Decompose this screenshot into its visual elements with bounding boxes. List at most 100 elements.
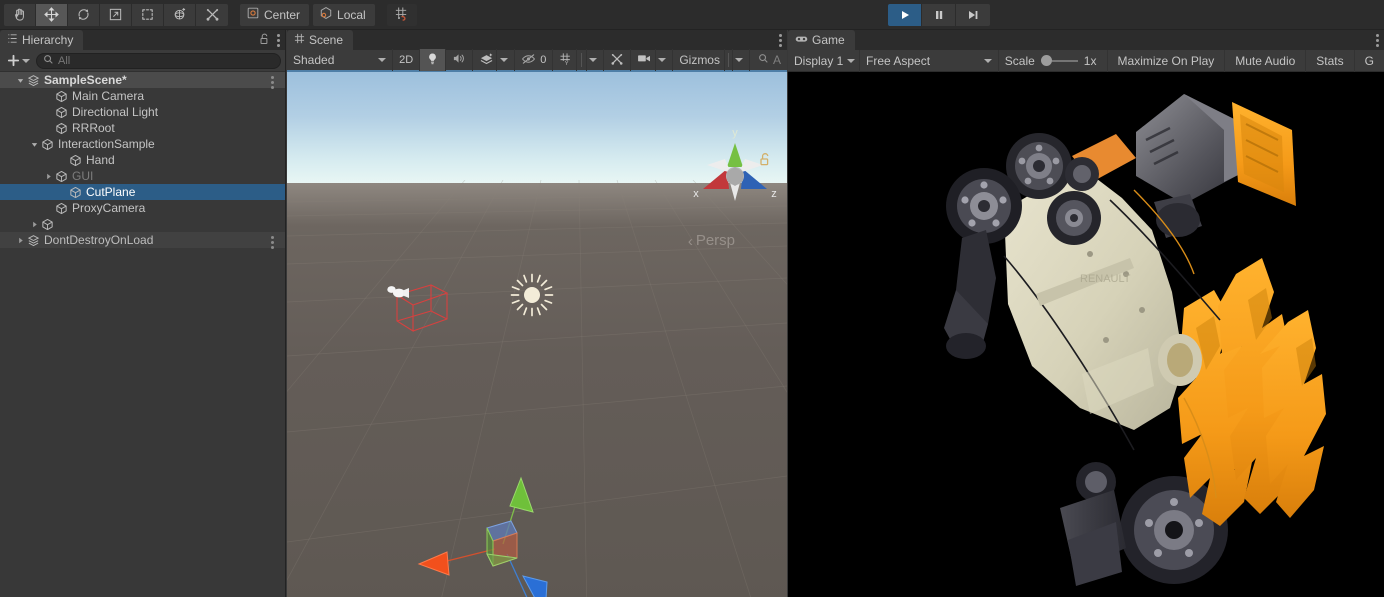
hierarchy-row-cutplane[interactable]: CutPlane — [0, 184, 285, 200]
toggle-fx-button[interactable] — [473, 49, 498, 71]
camera-dropdown[interactable] — [656, 49, 674, 71]
chevron-right-icon[interactable] — [14, 236, 27, 245]
unlock-icon[interactable] — [759, 153, 771, 170]
tab-scene[interactable]: Scene — [287, 30, 354, 50]
grid-snapping-button[interactable] — [386, 3, 417, 26]
scene-menu-icon[interactable] — [779, 33, 783, 47]
custom-editor-tool[interactable] — [196, 3, 228, 26]
hierarchy-row-samplescene[interactable]: SampleScene* — [0, 72, 285, 89]
stats-button[interactable]: Stats — [1306, 49, 1355, 72]
grid-visibility-button[interactable]: Y — [553, 49, 578, 71]
scale-tool[interactable] — [100, 3, 132, 26]
directional-light-gizmo[interactable] — [509, 272, 555, 318]
scale-value-label: 1x — [1083, 53, 1097, 68]
hierarchy-row-dontdestroyonload[interactable]: DontDestroyOnLoad — [0, 232, 285, 249]
move-tool[interactable] — [36, 3, 68, 26]
mode-2d-label: 2D — [399, 54, 414, 66]
game-menu-icon[interactable] — [1376, 33, 1380, 47]
game-tab-label: Game — [812, 33, 845, 47]
transform-tools-group — [4, 3, 228, 26]
gizmos-dropdown[interactable] — [733, 49, 750, 71]
hierarchy-row-directional-light[interactable]: Directional Light — [0, 104, 285, 120]
display-dropdown[interactable]: Display 1 — [788, 49, 860, 72]
maximize-on-play-button[interactable]: Maximize On Play — [1108, 49, 1226, 72]
chevron-down-icon[interactable] — [14, 76, 27, 85]
pause-button[interactable] — [922, 4, 956, 26]
eye-off-icon — [521, 53, 536, 68]
hierarchy-row-gui[interactable]: GUI — [0, 168, 285, 184]
hidden-objects-button[interactable]: 0 — [515, 49, 554, 71]
hierarchy-row-main-camera[interactable]: Main Camera — [0, 88, 285, 104]
gizmos-button[interactable]: Gizmos — [673, 49, 725, 71]
scene-viewport[interactable]: ‹ Persp y x z — [287, 72, 787, 597]
hierarchy-row-proxycamera[interactable]: ProxyCamera — [0, 200, 285, 216]
hierarchy-row-rrroot[interactable]: RRRoot — [0, 120, 285, 136]
camera-frustum-gizmo[interactable] — [387, 257, 457, 332]
stats-label: Stats — [1316, 53, 1344, 68]
toggle-audio-button[interactable] — [446, 49, 474, 71]
scene-tab-actions — [779, 30, 783, 50]
playback-controls — [888, 4, 990, 26]
handle-rotation-button[interactable]: Local — [313, 3, 375, 26]
move-gizmo[interactable] — [405, 432, 565, 597]
chevron-right-icon[interactable] — [42, 172, 55, 181]
aspect-dropdown[interactable]: Free Aspect — [860, 49, 999, 72]
hand-tool[interactable] — [4, 3, 36, 26]
hierarchy-row-unnamed[interactable] — [0, 216, 285, 232]
fx-dropdown[interactable] — [497, 49, 516, 71]
step-button[interactable] — [956, 4, 990, 26]
hierarchy-menu-icon[interactable] — [277, 33, 281, 47]
gizmos-separator — [725, 49, 733, 71]
row-menu-icon[interactable] — [271, 236, 275, 249]
hierarchy-tab-actions — [259, 30, 281, 50]
hierarchy-row-interactionsample[interactable]: InteractionSample — [0, 136, 285, 152]
pivot-mode-button[interactable]: Center — [240, 3, 310, 26]
game-gizmos-button[interactable]: G — [1355, 50, 1384, 72]
svg-text:Y: Y — [565, 61, 569, 66]
hierarchy-icon — [7, 33, 18, 47]
tab-hierarchy[interactable]: Hierarchy — [0, 30, 84, 50]
chevron-down-icon[interactable] — [28, 140, 41, 149]
scale-slider-track[interactable] — [1040, 55, 1078, 66]
scene-panel: Scene Shaded 2D 0 Y Gizmos A ‹ Persp y x… — [287, 30, 787, 597]
transform-tool[interactable] — [164, 3, 196, 26]
game-view-toolbar: Display 1 Free Aspect Scale 1x Maximize … — [788, 49, 1384, 72]
scene-tabstrip: Scene — [287, 30, 787, 50]
scene-search-placeholder: A — [772, 53, 781, 67]
hierarchy-row-hand[interactable]: Hand — [0, 152, 285, 168]
perspective-label: ‹ Persp — [687, 232, 735, 250]
toggle-lighting-button[interactable] — [420, 49, 447, 71]
scale-slider[interactable]: Scale 1x — [999, 49, 1108, 72]
rect-transform-tool[interactable] — [132, 3, 164, 26]
grid-separator — [577, 49, 588, 71]
scene-search-input[interactable]: A — [750, 49, 787, 71]
hierarchy-tree[interactable]: SampleScene* Main Camera Directional Light… — [0, 72, 285, 249]
mute-audio-button[interactable]: Mute Audio — [1225, 49, 1307, 72]
scene-view-toolbar: Shaded 2D 0 Y Gizmos A — [287, 49, 787, 72]
hierarchy-row-label: Directional Light — [72, 105, 159, 119]
tab-game[interactable]: Game — [788, 30, 855, 50]
chevron-right-icon[interactable] — [28, 220, 41, 229]
maximize-label: Maximize On Play — [1117, 53, 1215, 68]
create-object-button[interactable] — [4, 52, 33, 70]
grid-dropdown[interactable] — [587, 49, 605, 71]
gamepad-icon — [795, 33, 808, 47]
engine-render: RENAULT — [944, 94, 1326, 586]
scene-orientation-gizmo[interactable]: y x z — [685, 117, 785, 227]
toggle-2d-button[interactable]: 2D — [393, 49, 421, 71]
gizmos-label: Gizmos — [679, 53, 720, 67]
gameobject-icon — [55, 170, 68, 183]
scene-camera-button[interactable] — [631, 49, 657, 71]
draw-mode-label: Shaded — [293, 53, 335, 67]
draw-mode-dropdown[interactable]: Shaded — [287, 49, 394, 71]
hierarchy-search-input[interactable]: All — [36, 52, 281, 69]
gameobject-icon — [55, 106, 68, 119]
speaker-icon — [452, 52, 466, 68]
grid-snap-icon — [394, 6, 409, 24]
component-tools-button[interactable] — [604, 49, 632, 71]
lock-icon[interactable] — [259, 33, 270, 48]
rotate-tool[interactable] — [68, 3, 100, 26]
grid-icon — [294, 33, 305, 47]
play-button[interactable] — [888, 4, 922, 26]
game-viewport[interactable]: RENAULT — [788, 72, 1384, 597]
